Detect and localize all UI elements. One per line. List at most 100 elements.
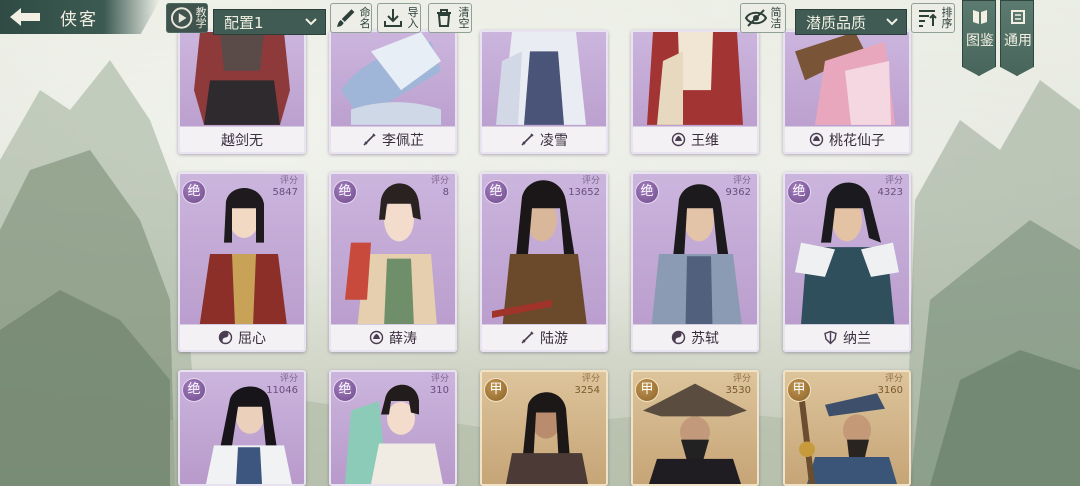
- score-label: 评分: [430, 176, 449, 186]
- score-value: 3530: [725, 385, 751, 396]
- rename-button[interactable]: 命名: [330, 3, 372, 33]
- hero-name-bar: 屈心: [180, 324, 304, 350]
- hero-name-bar: 苏轼: [633, 324, 757, 350]
- hero-card[interactable]: 凌雪: [480, 30, 608, 154]
- import-button[interactable]: 导入: [377, 3, 421, 33]
- score-label: 评分: [732, 374, 751, 384]
- back-button[interactable]: [6, 4, 44, 30]
- hero-card[interactable]: 甲 评分 3254: [480, 370, 608, 486]
- filter-toggle-button[interactable]: 简洁: [740, 3, 786, 33]
- brush-icon: [336, 9, 355, 27]
- hero-card[interactable]: 绝 评分 13652 陆游: [480, 172, 608, 352]
- hero-card[interactable]: 桃花仙子: [783, 30, 911, 154]
- score-label: 评分: [884, 176, 903, 186]
- chevron-down-icon: [886, 18, 898, 26]
- score-label: 评分: [279, 176, 298, 186]
- hero-name: 王维: [691, 132, 719, 149]
- score-value: 5847: [272, 187, 298, 198]
- hero-name: 苏轼: [691, 330, 719, 347]
- hero-name-bar: 越剑无: [180, 126, 304, 152]
- hero-card[interactable]: 绝 评分 8 薛涛: [329, 172, 457, 352]
- clear-label: 清空: [458, 6, 470, 30]
- config-select[interactable]: 配置1: [213, 9, 326, 35]
- tab-tujian-label: 图鉴: [966, 33, 994, 49]
- hero-card[interactable]: 越剑无: [178, 30, 306, 154]
- tutorial-label: 教学: [195, 6, 207, 30]
- hero-name: 纳兰: [843, 330, 871, 347]
- hero-name-bar: 纳兰: [785, 324, 909, 350]
- hero-card[interactable]: 绝 评分 9362 苏轼: [631, 172, 759, 352]
- hero-name: 越剑无: [221, 132, 263, 149]
- rank-badge: 绝: [182, 378, 206, 402]
- score-display: 评分 310: [430, 374, 449, 396]
- hero-name: 凌雪: [540, 132, 568, 149]
- hero-name-bar: 李佩芷: [331, 126, 455, 152]
- eye-icon: [744, 9, 768, 27]
- import-label: 导入: [407, 6, 419, 30]
- rank-badge: 甲: [484, 378, 508, 402]
- taiji-icon: [218, 330, 233, 345]
- arrow-left-icon: [10, 8, 40, 26]
- rank-badge: 绝: [182, 180, 206, 204]
- sword-icon: [521, 133, 534, 146]
- rank-badge: 绝: [787, 180, 811, 204]
- rank-badge: 甲: [635, 378, 659, 402]
- sort-select[interactable]: 潜质品质: [795, 9, 907, 35]
- score-display: 评分 3530: [726, 374, 751, 396]
- score-display: 评分 11046: [266, 374, 298, 396]
- score-label: 评分: [732, 176, 751, 186]
- order-button[interactable]: 排序: [911, 3, 955, 33]
- score-label: 评分: [884, 374, 903, 384]
- tab-tujian[interactable]: 图鉴: [962, 0, 996, 76]
- score-display: 评分 4323: [878, 176, 903, 198]
- hero-name: 薛涛: [389, 330, 417, 347]
- score-label: 评分: [581, 374, 600, 384]
- hero-name: 屈心: [238, 330, 266, 347]
- rename-label: 命名: [359, 6, 371, 30]
- hero-card[interactable]: 李佩芷: [329, 30, 457, 154]
- sword-icon: [521, 331, 534, 344]
- trash-icon: [437, 9, 451, 27]
- score-display: 评分 5847: [273, 176, 298, 198]
- rank-badge: 绝: [635, 180, 659, 204]
- hero-name: 陆游: [540, 330, 568, 347]
- clear-button[interactable]: 清空: [428, 3, 472, 33]
- page-title: 侠客: [60, 10, 98, 30]
- filter-label: 简洁: [770, 6, 782, 30]
- download-icon: [384, 9, 402, 27]
- sword-icon: [363, 133, 376, 146]
- score-label: 评分: [581, 176, 600, 186]
- hero-card[interactable]: 绝 评分 4323 纳兰: [783, 172, 911, 352]
- hero-card[interactable]: 绝 评分 5847 屈心: [178, 172, 306, 352]
- score-value: 4323: [877, 187, 903, 198]
- order-label: 排序: [941, 6, 953, 30]
- score-value: 11046: [266, 385, 298, 396]
- hero-card[interactable]: 甲 评分 3160: [783, 370, 911, 486]
- sort-selected-value: 潜质品质: [806, 13, 867, 32]
- hero-name-bar: 凌雪: [482, 126, 606, 152]
- score-label: 评分: [279, 374, 298, 384]
- hero-card[interactable]: 王维: [631, 30, 759, 154]
- play-icon: [170, 7, 193, 29]
- hero-card-grid: 越剑无 李佩芷 凌雪 王维 桃花仙子 绝 评分 5847 屈心 绝 评分 8 薛…: [0, 0, 1080, 486]
- hero-name-bar: 王维: [633, 126, 757, 152]
- book-icon: [973, 10, 987, 24]
- score-display: 评分 3160: [878, 374, 903, 396]
- scroll-icon: [1011, 10, 1025, 24]
- score-value: 310: [429, 385, 449, 396]
- hero-card[interactable]: 甲 评分 3530: [631, 370, 759, 486]
- hero-card[interactable]: 绝 评分 310: [329, 370, 457, 486]
- top-bar: 侠客 教学 配置1 命名 导入 清空 简洁 潜质品质 排序: [0, 0, 1080, 40]
- rank-badge: 绝: [484, 180, 508, 204]
- tab-tongyong[interactable]: 通用: [1000, 0, 1034, 76]
- score-display: 评分 13652: [568, 176, 600, 198]
- tutorial-button[interactable]: 教学: [166, 3, 208, 33]
- score-display: 评分 8: [431, 176, 449, 198]
- score-value: 9362: [725, 187, 751, 198]
- chevron-down-icon: [305, 18, 317, 26]
- score-value: 13652: [568, 187, 600, 198]
- hero-name-bar: 陆游: [482, 324, 606, 350]
- tab-tongyong-label: 通用: [1004, 33, 1032, 49]
- taiji-icon: [671, 330, 686, 345]
- hero-card[interactable]: 绝 评分 11046: [178, 370, 306, 486]
